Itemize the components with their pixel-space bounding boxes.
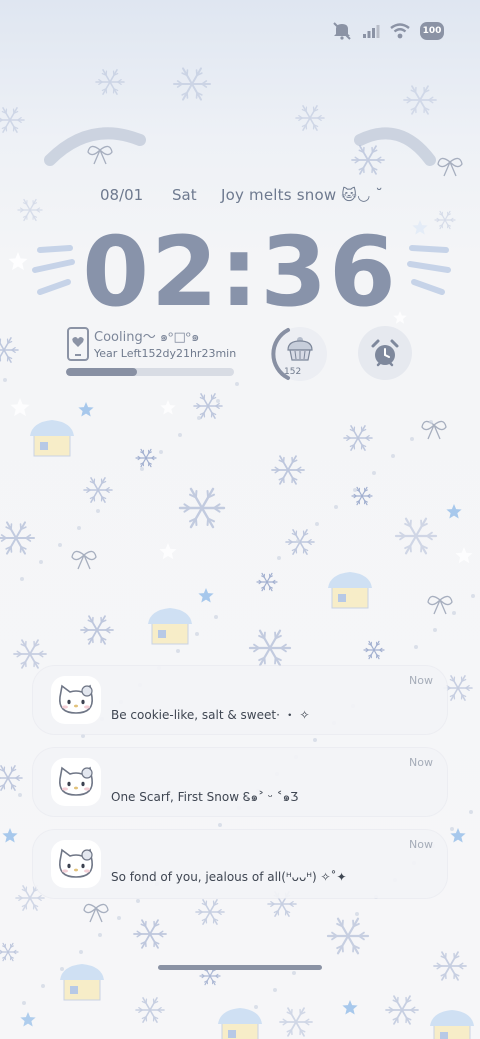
star-icon xyxy=(10,398,30,417)
bow-icon xyxy=(87,145,113,165)
snowflake-icon xyxy=(173,67,211,101)
house-icon xyxy=(430,1010,474,1039)
snowflake-icon xyxy=(195,899,225,925)
snowflake-icon xyxy=(135,997,165,1023)
snowflake-icon xyxy=(133,919,167,949)
bow-icon xyxy=(427,595,453,615)
snowflake-icon xyxy=(0,521,35,555)
house-icon xyxy=(60,964,104,1001)
star-icon xyxy=(198,588,214,603)
snowflake-icon xyxy=(178,487,226,529)
date-label: 08/01 xyxy=(100,186,144,204)
snowflake-icon xyxy=(433,951,467,981)
year-progress-fill xyxy=(66,368,137,376)
star-icon xyxy=(412,220,428,235)
cooling-status: Cooling～ ๑ᵒ□ᵒ๑ xyxy=(94,330,200,345)
greeting-message: Joy melts snow 🐱◡ ˘ xyxy=(221,186,384,204)
snowflake-icon xyxy=(343,425,373,451)
snowflake-icon xyxy=(403,85,437,115)
snowflake-icon xyxy=(248,629,292,667)
alarm-button[interactable] xyxy=(358,326,412,380)
notification-time: Now xyxy=(409,838,433,851)
bow-icon xyxy=(421,420,447,440)
lockscreen-info-line: 08/01 Sat Joy melts snow 🐱◡ ˘ xyxy=(0,186,480,210)
star-icon xyxy=(342,1000,358,1015)
snowflake-icon xyxy=(0,107,25,133)
notification-text: One Scarf, First Snow Ꮛ๑˃ ᵕ ˂๑Ʒ xyxy=(111,790,299,804)
snowflake-icon xyxy=(256,572,278,592)
notification-time: Now xyxy=(409,674,433,687)
star-icon xyxy=(446,504,462,519)
star-icon xyxy=(455,547,473,564)
snowflake-icon xyxy=(0,337,19,363)
snowflake-icon xyxy=(135,448,157,468)
snowflake-icon xyxy=(434,210,456,230)
star-icon xyxy=(78,402,94,417)
star-icon xyxy=(450,828,466,843)
lockscreen-clock: 02:36 xyxy=(82,216,398,328)
snowflake-icon xyxy=(285,529,315,555)
alarm-clock-icon xyxy=(371,339,399,367)
notification-card[interactable]: Now One Scarf, First Snow Ꮛ๑˃ ᵕ ˂๑Ʒ xyxy=(33,748,447,816)
star-icon xyxy=(2,828,18,843)
notification-time: Now xyxy=(409,756,433,769)
snowflake-icon xyxy=(295,105,325,131)
kitty-face-icon xyxy=(59,766,93,796)
bow-icon xyxy=(83,903,109,923)
snowflake-icon xyxy=(83,477,113,503)
snowflake-icon xyxy=(279,1007,313,1037)
star-icon xyxy=(8,252,28,271)
signal-icon xyxy=(363,25,380,38)
app-avatar-icon xyxy=(51,758,101,806)
snowflake-icon xyxy=(385,995,419,1025)
snowflake-icon xyxy=(193,393,223,419)
kitty-face-icon xyxy=(59,684,93,714)
house-icon xyxy=(328,572,372,609)
bow-icon xyxy=(437,157,463,177)
home-indicator[interactable] xyxy=(158,965,322,970)
snowflake-icon xyxy=(326,917,370,955)
snowflake-icon xyxy=(13,639,47,669)
snowflake-icon xyxy=(271,455,305,485)
battery-level: 100 xyxy=(422,26,442,36)
app-avatar-icon xyxy=(51,676,101,724)
snowflake-icon xyxy=(351,145,385,175)
snowflake-icon xyxy=(0,765,23,791)
days-count-label: 152 xyxy=(284,367,302,377)
snowflake-icon xyxy=(0,942,19,962)
status-bar: 100 xyxy=(332,22,444,40)
star-icon xyxy=(160,400,176,415)
notification-card[interactable]: Now Be cookie-like, salt & sweet· ・ ✧ xyxy=(33,666,447,734)
year-left-countdown: Year Left152dy21hr23min xyxy=(94,347,237,360)
notification-text: So fond of you, jealous of all(ᴴᴗᴗᴴ) ✧˚✦ xyxy=(111,870,347,884)
day-label: Sat xyxy=(172,186,197,204)
notification-text: Be cookie-like, salt & sweet· ・ ✧ xyxy=(111,708,310,722)
snowflake-icon xyxy=(95,69,125,95)
snowflake-icon xyxy=(80,615,114,645)
house-icon xyxy=(148,608,192,645)
star-icon xyxy=(20,1012,36,1027)
snowflake-icon xyxy=(394,517,438,555)
app-avatar-icon xyxy=(51,840,101,888)
star-icon xyxy=(159,543,177,560)
year-progress-bar xyxy=(66,368,234,376)
wifi-icon xyxy=(390,23,410,39)
kitty-face-icon xyxy=(59,848,93,878)
house-icon xyxy=(30,420,74,457)
mute-icon xyxy=(333,22,351,40)
snowflake-icon xyxy=(443,675,473,701)
snowflake-icon xyxy=(363,640,385,660)
battery-icon: 100 xyxy=(420,22,444,40)
bow-icon xyxy=(71,550,97,570)
phone-icon xyxy=(67,327,89,361)
house-icon xyxy=(218,1008,262,1039)
notification-card[interactable]: Now So fond of you, jealous of all(ᴴᴗᴗᴴ)… xyxy=(33,830,447,898)
snowflake-icon xyxy=(351,486,373,506)
